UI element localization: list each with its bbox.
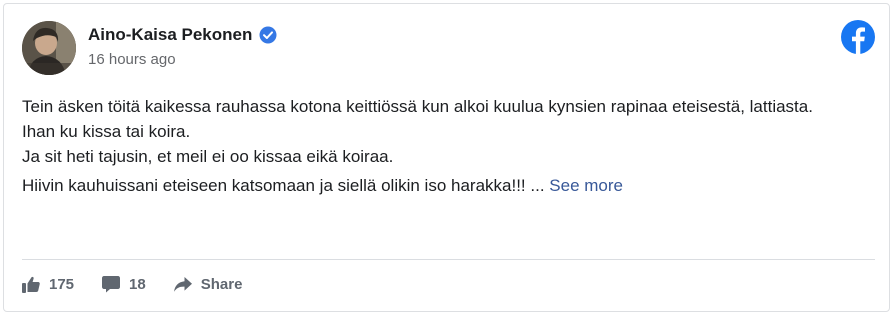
author-avatar[interactable] [22,21,76,75]
post-timestamp[interactable]: 16 hours ago [88,51,176,68]
like-count: 175 [49,276,75,293]
thumbs-up-icon [22,276,40,293]
author-header: Aino-Kaisa Pekonen [88,25,277,45]
comment-count: 18 [129,276,146,293]
see-more-link[interactable]: See more [549,176,623,195]
share-label: Share [200,276,243,293]
post-text: Tein äsken töitä kaikessa rauhassa koton… [22,94,862,198]
post-paragraph: Tein äsken töitä kaikessa rauhassa koton… [22,97,813,166]
share-button[interactable]: Share [173,276,243,293]
like-button[interactable]: 175 [22,276,74,293]
comment-button[interactable]: 18 [102,276,146,293]
facebook-logo-icon[interactable] [841,20,875,54]
avatar-photo [22,21,76,75]
divider [22,259,875,260]
post-paragraph-text: Hiivin kauhuissani eteiseen katsomaan ja… [22,176,545,195]
author-name[interactable]: Aino-Kaisa Pekonen [88,25,252,45]
post-actions-bar: 175 18 Share [22,276,242,293]
share-arrow-icon [173,277,192,292]
verified-badge-icon [259,26,277,44]
post-paragraph-last: Hiivin kauhuissani eteiseen katsomaan ja… [22,173,862,198]
comment-bubble-icon [102,276,121,293]
facebook-post-card: Aino-Kaisa Pekonen 16 hours ago Tein äsk… [3,3,890,312]
